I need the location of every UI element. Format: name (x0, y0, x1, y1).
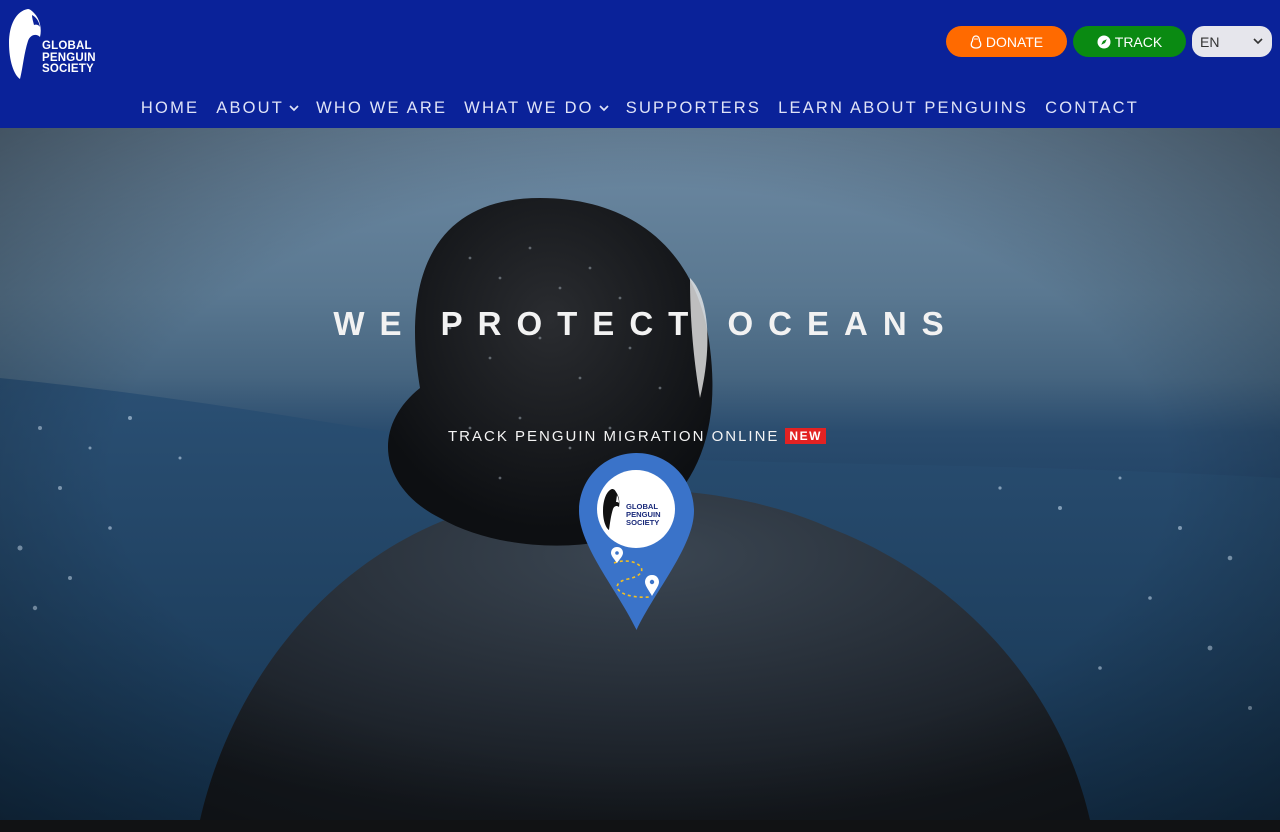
track-migration-text: TRACK PENGUIN MIGRATION ONLINE (448, 427, 780, 445)
nav-item-supporters[interactable]: SUPPORTERS (626, 99, 761, 118)
logo-text-society: SOCIETY (42, 63, 94, 75)
nav-label-learn-about-penguins: LEARN ABOUT PENGUINS (778, 98, 1029, 117)
nav-item-contact[interactable]: CONTACT (1045, 99, 1139, 118)
track-migration-link[interactable]: TRACK PENGUIN MIGRATION ONLINE NEW (448, 427, 826, 445)
nav-label-contact: CONTACT (1045, 98, 1140, 117)
nav-label-supporters: SUPPORTERS (625, 98, 762, 117)
site-header: GLOBAL PENGUIN SOCIETY DONATE TRACK EN H… (0, 0, 1280, 128)
nav-label-about: ABOUT (216, 98, 285, 117)
penguin-logo-icon (9, 9, 41, 79)
chevron-down-icon (289, 105, 299, 112)
nav-item-who-we-are[interactable]: WHO WE ARE (316, 99, 447, 118)
main-nav: HOME ABOUT WHO WE ARE WHAT WE DO SUPPORT… (0, 96, 1280, 120)
donate-button[interactable]: DONATE (946, 26, 1067, 57)
bottom-strip (0, 820, 1280, 832)
nav-item-learn-about-penguins[interactable]: LEARN ABOUT PENGUINS (778, 99, 1028, 118)
chevron-down-icon (1253, 38, 1263, 45)
track-button[interactable]: TRACK (1073, 26, 1186, 57)
site-logo[interactable]: GLOBAL PENGUIN SOCIETY (6, 7, 116, 82)
nav-item-about[interactable]: ABOUT (216, 99, 299, 118)
map-pin-icon[interactable] (578, 451, 695, 632)
donate-label: DONATE (985, 33, 1044, 50)
nav-label-what-we-do: WHAT WE DO (464, 98, 594, 117)
nav-item-home[interactable]: HOME (141, 99, 199, 118)
new-badge: NEW (785, 428, 826, 444)
hero-title: WE PROTECT OCEANS (333, 305, 959, 342)
track-label: TRACK (1114, 33, 1163, 50)
language-value: EN (1200, 33, 1220, 50)
compass-icon (1097, 35, 1111, 48)
logo-text-global: GLOBAL (42, 40, 92, 52)
chevron-down-icon (599, 105, 609, 112)
nav-label-who-we-are: WHO WE ARE (316, 98, 448, 117)
nav-label-home: HOME (140, 98, 200, 117)
pin-logo-society: SOCIETY (626, 518, 660, 527)
language-select[interactable]: EN (1192, 26, 1272, 57)
pin-logo-text: GLOBAL PENGUIN SOCIETY (626, 503, 661, 527)
penguin-icon (970, 34, 982, 49)
nav-item-what-we-do[interactable]: WHAT WE DO (464, 99, 609, 118)
